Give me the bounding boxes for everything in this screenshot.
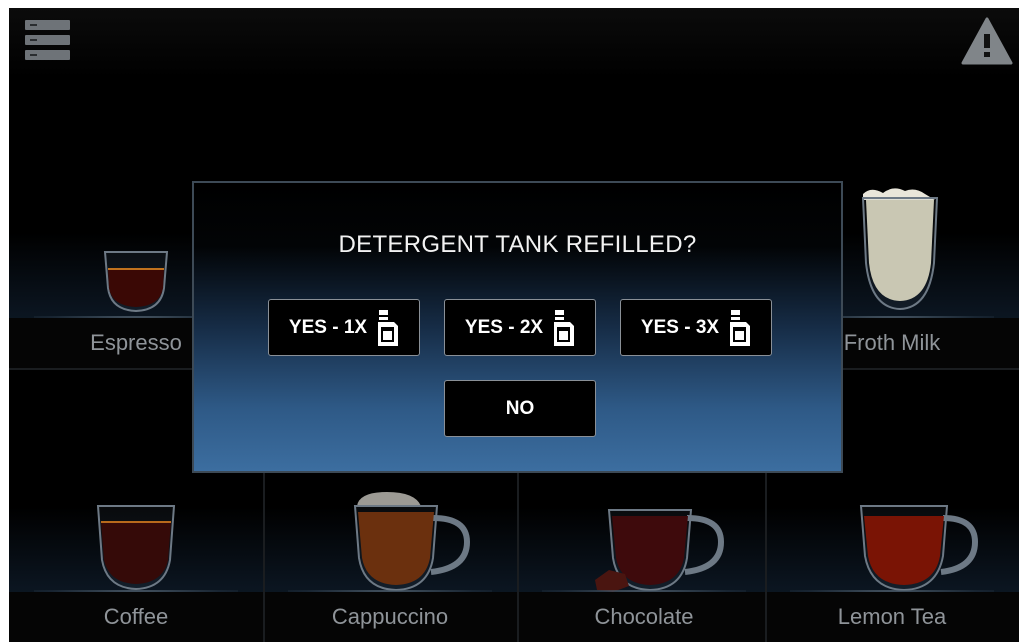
detergent-bottle-icon: [730, 309, 751, 346]
detergent-bottle-icon: [378, 309, 399, 346]
cappuccino-cup-icon: [353, 492, 471, 592]
grid-divider: [263, 462, 265, 642]
detergent-refill-dialog: DETERGENT TANK REFILLED? YES - 1X YES - …: [192, 181, 843, 473]
top-bar: [9, 8, 1019, 78]
lemon-tea-cup-icon: [859, 505, 979, 592]
warning-icon[interactable]: [961, 17, 1013, 65]
yes-3x-button[interactable]: YES - 3X: [620, 299, 772, 356]
button-label: YES - 2X: [464, 316, 544, 338]
yes-1x-button[interactable]: YES - 1X: [268, 299, 420, 356]
detergent-bottle-icon: [554, 309, 575, 346]
button-label: YES - 1X: [288, 316, 368, 338]
dialog-title: DETERGENT TANK REFILLED?: [338, 231, 697, 258]
drink-tile-chocolate[interactable]: Chocolate: [517, 462, 771, 642]
drink-label: Cappuccino: [263, 592, 517, 642]
drink-tile-cappuccino[interactable]: Cappuccino: [263, 462, 517, 642]
button-label: YES - 3X: [640, 316, 720, 338]
drink-tile-coffee[interactable]: Coffee: [9, 462, 263, 642]
grid-divider: [765, 462, 767, 642]
drink-label: Coffee: [9, 592, 263, 642]
grid-divider: [517, 462, 519, 642]
coffee-cup-icon: [96, 505, 176, 591]
chocolate-cup-icon: [595, 509, 725, 592]
no-button[interactable]: NO: [444, 380, 596, 437]
drink-label: Chocolate: [517, 592, 771, 642]
drink-tile-lemon-tea[interactable]: Lemon Tea: [765, 462, 1019, 642]
drink-label: Lemon Tea: [765, 592, 1019, 642]
yes-2x-button[interactable]: YES - 2X: [444, 299, 596, 356]
menu-icon[interactable]: [25, 20, 70, 62]
